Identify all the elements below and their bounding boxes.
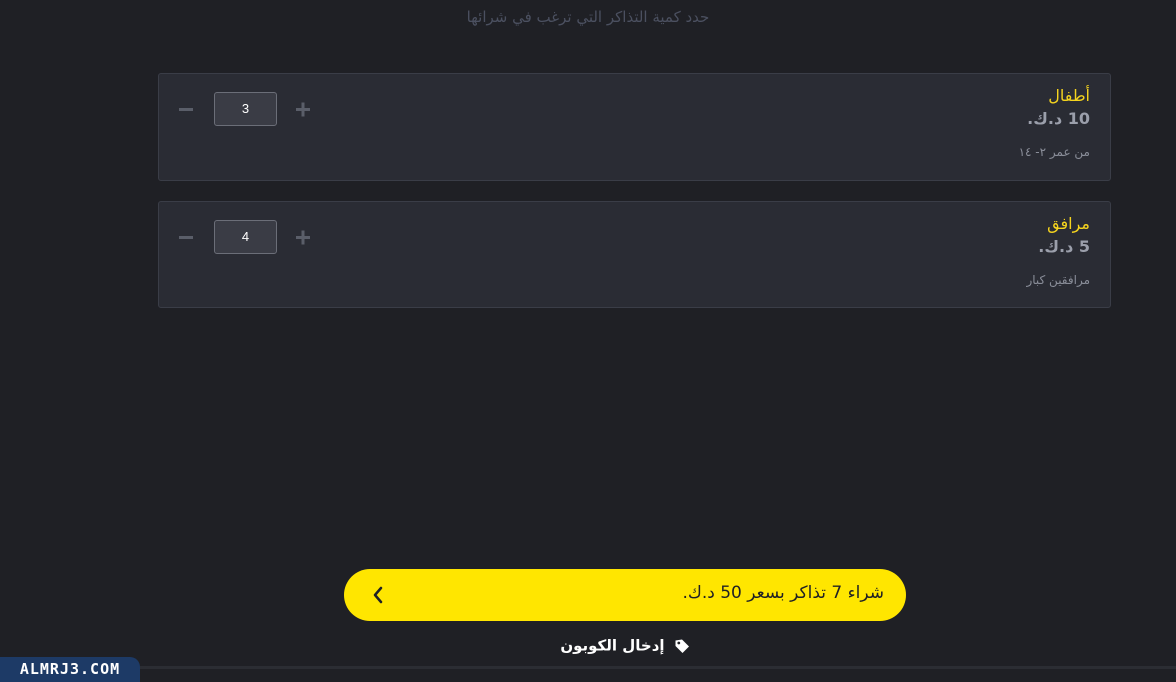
increase-button[interactable] [294, 92, 316, 126]
ticket-info: أطفال 10 د.ك. من عمر ٢- ١٤ [1019, 86, 1090, 160]
minus-icon [179, 108, 193, 111]
buy-tickets-button[interactable]: شراء 7 تذاكر بسعر 50 د.ك. [344, 569, 906, 621]
buy-label: شراء 7 تذاكر بسعر 50 د.ك. [682, 583, 884, 603]
quantity-field[interactable]: 4 [214, 220, 277, 254]
ticket-name: مرافق [1047, 214, 1090, 233]
chevron-left-icon [373, 586, 383, 604]
bottom-divider [0, 666, 1176, 669]
ticket-description: من عمر ٢- ١٤ [1018, 145, 1090, 159]
ticket-info: مرافق 5 د.ك. مرافقين كبار [1026, 214, 1090, 288]
ticket-description: مرافقين كبار [1026, 273, 1090, 287]
decrease-button[interactable] [177, 92, 199, 126]
page-instruction: حدد كمية التذاكر التي ترغب في شرائها [466, 8, 710, 26]
ticket-price: 5 د.ك. [1038, 237, 1090, 256]
quantity-stepper: 3 [177, 92, 317, 126]
quantity-stepper: 4 [177, 220, 317, 254]
plus-icon [296, 230, 310, 245]
tag-icon [675, 639, 689, 653]
minus-icon [179, 236, 193, 239]
ticket-name: أطفال [1048, 86, 1090, 105]
ticket-card-children: أطفال 10 د.ك. من عمر ٢- ١٤ 3 [158, 73, 1111, 181]
ticket-price: 10 د.ك. [1027, 109, 1090, 128]
coupon-label: إدخال الكوبون [560, 636, 665, 655]
plus-icon [296, 102, 310, 117]
enter-coupon-link[interactable]: إدخال الكوبون [500, 635, 750, 657]
ticket-card-companion: مرافق 5 د.ك. مرافقين كبار 4 [158, 201, 1111, 308]
increase-button[interactable] [294, 220, 316, 254]
decrease-button[interactable] [177, 220, 199, 254]
quantity-field[interactable]: 3 [214, 92, 277, 126]
watermark-logo: ALMRJ3.COM [0, 657, 140, 682]
